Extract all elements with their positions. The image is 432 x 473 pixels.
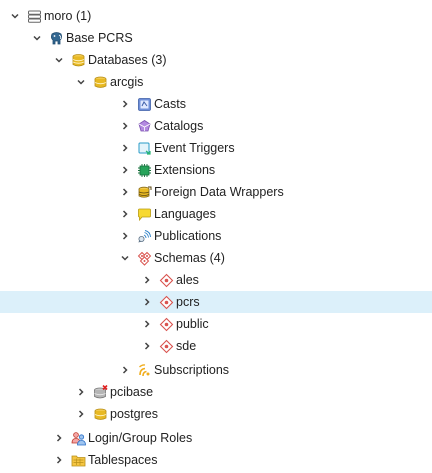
tree-node-label: Subscriptions — [154, 363, 230, 377]
foreign-data-wrappers-icon — [137, 185, 152, 200]
tree-node-label: pcrs — [176, 295, 200, 309]
chevron-right-icon[interactable] — [141, 274, 153, 286]
tree-node-server[interactable]: Base PCRS — [0, 27, 432, 49]
chevron-right-icon[interactable] — [119, 120, 131, 132]
database-disconnected-icon — [93, 384, 108, 400]
tree-node-label: moro (1) — [44, 9, 92, 23]
tree-node-databases[interactable]: Databases (3) — [0, 49, 432, 71]
tree-node-label: Catalogs — [154, 119, 204, 133]
tree-node-label: public — [176, 317, 209, 331]
tree-node-languages[interactable]: Languages — [0, 203, 432, 225]
extensions-icon — [137, 163, 152, 178]
chevron-right-icon[interactable] — [75, 386, 87, 398]
tree-node-catalogs[interactable]: Catalogs — [0, 115, 432, 137]
schema-icon — [159, 295, 174, 310]
chevron-down-icon[interactable] — [75, 76, 87, 88]
postgres-elephant-icon — [49, 31, 64, 46]
tree-node-schemas[interactable]: Schemas (4) — [0, 247, 432, 269]
chevron-right-icon[interactable] — [119, 142, 131, 154]
chevron-down-icon[interactable] — [9, 10, 21, 22]
database-icon — [93, 75, 108, 90]
chevron-right-icon[interactable] — [119, 230, 131, 242]
catalogs-icon — [137, 119, 152, 134]
chevron-right-icon[interactable] — [53, 454, 65, 466]
tree-node-label: Event Triggers — [154, 141, 235, 155]
chevron-right-icon[interactable] — [141, 340, 153, 352]
databases-icon — [71, 53, 86, 68]
tree-node-schema-public[interactable]: public — [0, 313, 432, 335]
tree-node-label: postgres — [110, 407, 158, 421]
chevron-right-icon[interactable] — [75, 408, 87, 420]
tree-node-db-postgres[interactable]: postgres — [0, 403, 432, 425]
tree-node-server-group[interactable]: moro (1) — [0, 5, 432, 27]
tree-node-label: Databases (3) — [88, 53, 167, 67]
tree-node-label: sde — [176, 339, 197, 353]
chevron-right-icon[interactable] — [119, 186, 131, 198]
tree-node-login-group-roles[interactable]: Login/Group Roles — [0, 427, 432, 449]
tree-node-foreign-data-wrappers[interactable]: Foreign Data Wrappers — [0, 181, 432, 203]
tablespaces-icon — [71, 453, 86, 468]
chevron-down-icon[interactable] — [119, 252, 131, 264]
chevron-right-icon[interactable] — [119, 164, 131, 176]
server-group-icon — [27, 9, 42, 24]
tree-node-label: Tablespaces — [88, 453, 158, 467]
tree-node-label: Schemas (4) — [154, 251, 225, 265]
tree-node-label: Foreign Data Wrappers — [154, 185, 284, 199]
publications-icon — [137, 229, 152, 244]
tree-node-db-pcibase[interactable]: pcibase — [0, 381, 432, 403]
event-triggers-icon — [137, 141, 152, 156]
tree-node-schema-sde[interactable]: sde — [0, 335, 432, 357]
tree-node-label: ales — [176, 273, 199, 287]
tree-node-label: Login/Group Roles — [88, 431, 193, 445]
tree-node-label: arcgis — [110, 75, 144, 89]
languages-icon — [137, 207, 152, 222]
casts-icon — [137, 97, 152, 112]
chevron-right-icon[interactable] — [119, 364, 131, 376]
database-icon — [93, 407, 108, 422]
chevron-right-icon[interactable] — [53, 432, 65, 444]
chevron-down-icon[interactable] — [53, 54, 65, 66]
tree-node-db-arcgis[interactable]: arcgis — [0, 71, 432, 93]
tree-node-publications[interactable]: Publications — [0, 225, 432, 247]
login-group-roles-icon — [71, 431, 86, 446]
tree-node-label: Languages — [154, 207, 216, 221]
tree-node-subscriptions[interactable]: Subscriptions — [0, 359, 432, 381]
chevron-right-icon[interactable] — [141, 318, 153, 330]
tree-node-schema-ales[interactable]: ales — [0, 269, 432, 291]
tree-node-label: Extensions — [154, 163, 216, 177]
schema-icon — [159, 317, 174, 332]
schema-icon — [159, 273, 174, 288]
tree-node-casts[interactable]: Casts — [0, 93, 432, 115]
tree-node-label: Publications — [154, 229, 222, 243]
tree-node-tablespaces[interactable]: Tablespaces — [0, 449, 432, 471]
schemas-icon — [137, 251, 152, 266]
chevron-right-icon[interactable] — [141, 296, 153, 308]
chevron-right-icon[interactable] — [119, 98, 131, 110]
subscriptions-icon — [137, 363, 152, 378]
tree-node-label: pcibase — [110, 385, 154, 399]
tree-node-label: Casts — [154, 97, 186, 111]
chevron-down-icon[interactable] — [31, 32, 43, 44]
tree-node-extensions[interactable]: Extensions — [0, 159, 432, 181]
schema-icon — [159, 339, 174, 354]
tree-node-event-triggers[interactable]: Event Triggers — [0, 137, 432, 159]
chevron-right-icon[interactable] — [119, 208, 131, 220]
tree-node-schema-pcrs[interactable]: pcrs — [0, 291, 432, 313]
tree-node-label: Base PCRS — [66, 31, 133, 45]
